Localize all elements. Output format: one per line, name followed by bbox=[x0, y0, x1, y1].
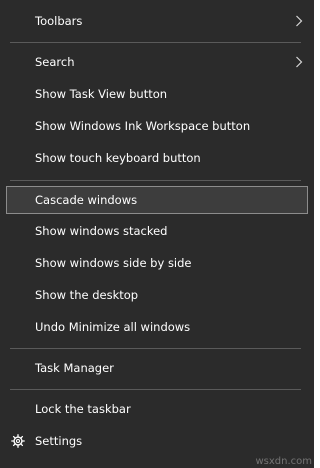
menu-item-show-windows-stacked[interactable]: Show windows stacked bbox=[6, 217, 308, 245]
menu-item-show-ink-workspace-button[interactable]: Show Windows Ink Workspace button bbox=[6, 112, 308, 140]
menu-item-label: Task Manager bbox=[35, 361, 114, 375]
menu-separator bbox=[10, 389, 301, 390]
menu-item-toolbars[interactable]: Toolbars bbox=[6, 7, 308, 35]
menu-item-label: Settings bbox=[35, 434, 83, 448]
menu-item-show-windows-side-by-side[interactable]: Show windows side by side bbox=[6, 249, 308, 277]
menu-item-label: Show Task View button bbox=[35, 87, 168, 101]
watermark: wsxdn.com bbox=[255, 456, 312, 467]
menu-separator bbox=[10, 180, 301, 181]
menu-item-label: Lock the taskbar bbox=[35, 402, 131, 416]
menu-separator bbox=[10, 42, 301, 43]
menu-item-show-touch-keyboard-button[interactable]: Show touch keyboard button bbox=[6, 144, 308, 172]
menu-item-label: Undo Minimize all windows bbox=[35, 320, 191, 334]
menu-item-label: Show the desktop bbox=[35, 288, 139, 302]
menu-item-settings[interactable]: Settings bbox=[6, 427, 308, 455]
menu-item-label: Search bbox=[35, 55, 75, 69]
menu-item-show-the-desktop[interactable]: Show the desktop bbox=[6, 281, 308, 309]
menu-item-label: Show touch keyboard button bbox=[35, 151, 201, 165]
menu-item-label: Cascade windows bbox=[35, 193, 138, 207]
menu-item-undo-minimize-all-windows[interactable]: Undo Minimize all windows bbox=[6, 313, 308, 341]
menu-item-label: Toolbars bbox=[35, 14, 83, 28]
menu-separator bbox=[10, 348, 301, 349]
menu-item-label: Show windows stacked bbox=[35, 224, 168, 238]
menu-item-label: Show windows side by side bbox=[35, 256, 192, 270]
chevron-right-icon bbox=[293, 56, 305, 68]
menu-item-label: Show Windows Ink Workspace button bbox=[35, 119, 251, 133]
menu-item-search[interactable]: Search bbox=[6, 48, 308, 76]
menu-item-cascade-windows[interactable]: Cascade windows bbox=[6, 186, 308, 214]
menu-item-lock-the-taskbar[interactable]: Lock the taskbar bbox=[6, 395, 308, 423]
gear-icon bbox=[11, 434, 25, 448]
menu-item-task-manager[interactable]: Task Manager bbox=[6, 354, 308, 382]
taskbar-context-menu: Toolbars Search Show Task View button Sh… bbox=[0, 0, 314, 468]
menu-item-show-task-view-button[interactable]: Show Task View button bbox=[6, 80, 308, 108]
chevron-right-icon bbox=[293, 15, 305, 27]
